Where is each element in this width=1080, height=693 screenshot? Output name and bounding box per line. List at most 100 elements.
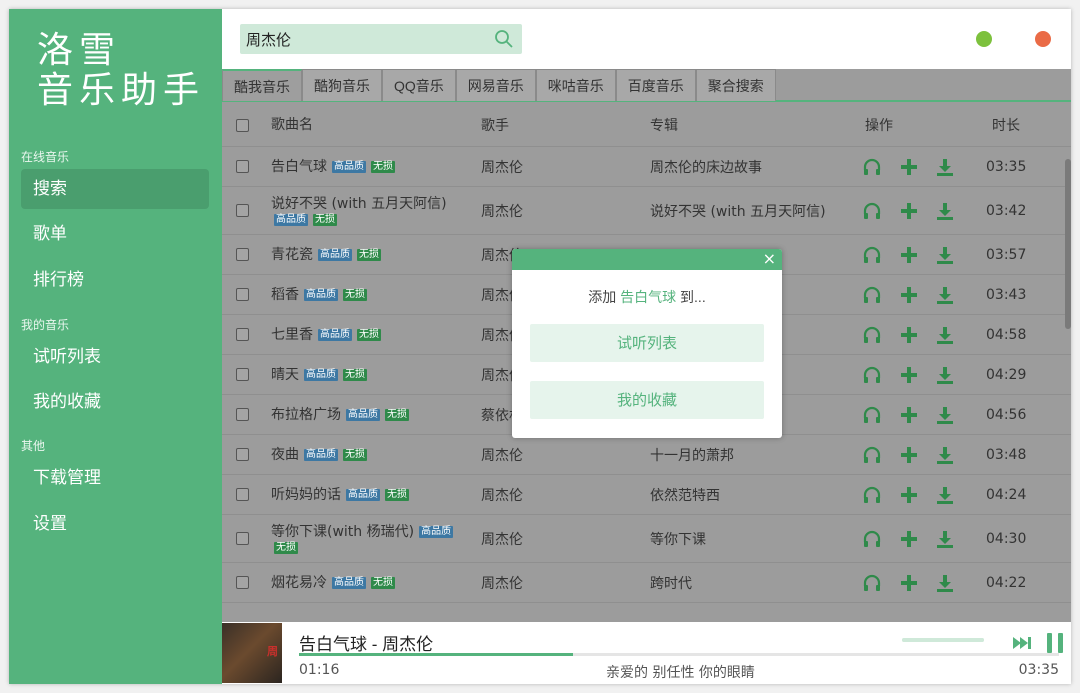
section-other: 其他	[21, 439, 46, 453]
download-icon[interactable]	[933, 153, 957, 181]
add-icon[interactable]	[897, 441, 921, 469]
tab-baidu[interactable]: 百度音乐	[615, 69, 696, 101]
sidebar-item-listen-list[interactable]: 试听列表	[21, 337, 209, 377]
listen-icon[interactable]	[860, 525, 884, 553]
add-icon[interactable]	[897, 525, 921, 553]
row-checkbox[interactable]	[236, 160, 249, 173]
listen-icon[interactable]	[860, 281, 884, 309]
download-icon[interactable]	[933, 281, 957, 309]
row-checkbox[interactable]	[236, 488, 249, 501]
ops-cell	[860, 315, 970, 354]
row-checkbox[interactable]	[236, 408, 249, 421]
album-cover[interactable]: 周	[222, 623, 282, 683]
add-icon[interactable]	[897, 197, 921, 225]
listen-icon[interactable]	[860, 401, 884, 429]
table-row[interactable]: 听妈妈的话 高品质 无损 周杰伦 依然范特西 04:24	[222, 475, 1071, 515]
download-icon[interactable]	[933, 401, 957, 429]
hq-badge: 高品质	[304, 288, 338, 301]
duration-cell: 04:58	[986, 326, 1027, 343]
listen-icon[interactable]	[860, 361, 884, 389]
add-icon[interactable]	[897, 361, 921, 389]
song-name-cell: 晴天 高品质 无损	[271, 355, 461, 394]
tab-aggregate[interactable]: 聚合搜索	[695, 69, 776, 101]
tab-netease[interactable]: 网易音乐	[455, 69, 536, 101]
row-checkbox[interactable]	[236, 448, 249, 461]
row-checkbox[interactable]	[236, 576, 249, 589]
row-checkbox[interactable]	[236, 248, 249, 261]
download-icon[interactable]	[933, 197, 957, 225]
artist-cell: 周杰伦	[481, 531, 523, 548]
scrollbar[interactable]	[1065, 159, 1071, 329]
lossless-badge: 无损	[313, 213, 337, 226]
add-icon[interactable]	[897, 481, 921, 509]
listen-icon[interactable]	[860, 321, 884, 349]
duration-cell: 03:57	[986, 246, 1027, 263]
tab-kugou[interactable]: 酷狗音乐	[302, 69, 382, 101]
listen-icon[interactable]	[860, 441, 884, 469]
section-online-music: 在线音乐	[21, 150, 70, 164]
table-row[interactable]: 夜曲 高品质 无损 周杰伦 十一月的萧邦 03:48	[222, 435, 1071, 475]
lossless-badge: 无损	[343, 288, 367, 301]
pause-icon[interactable]	[1042, 630, 1068, 656]
dialog-suffix: 到...	[680, 289, 706, 305]
sidebar-item-settings[interactable]: 设置	[21, 504, 209, 544]
add-to-listen-list-button[interactable]: 试听列表	[530, 324, 764, 362]
table-row[interactable]: 告白气球 高品质 无损 周杰伦 周杰伦的床边故事 03:35	[222, 147, 1071, 187]
section-my-music: 我的音乐	[21, 318, 70, 332]
volume-slider[interactable]	[902, 638, 984, 642]
add-icon[interactable]	[897, 401, 921, 429]
add-icon[interactable]	[897, 321, 921, 349]
download-icon[interactable]	[933, 481, 957, 509]
top-bar	[222, 9, 1071, 69]
header-name: 歌曲名	[271, 117, 313, 133]
dialog-close-icon[interactable]: ×	[763, 250, 776, 268]
add-icon[interactable]	[897, 153, 921, 181]
download-icon[interactable]	[933, 525, 957, 553]
ops-cell	[860, 355, 970, 394]
table-row[interactable]: 烟花易冷 高品质 无损 周杰伦 跨时代 04:22	[222, 563, 1071, 603]
minimize-button[interactable]	[976, 31, 992, 47]
row-checkbox[interactable]	[236, 368, 249, 381]
row-checkbox[interactable]	[236, 532, 249, 545]
add-icon[interactable]	[897, 569, 921, 597]
sidebar-item-search[interactable]: 搜索	[21, 169, 209, 209]
sidebar-item-playlists[interactable]: 歌单	[21, 214, 209, 254]
listen-icon[interactable]	[860, 569, 884, 597]
album-cell: 说好不哭 (with 五月天阿信)	[650, 203, 826, 220]
progress-bar[interactable]	[299, 653, 1059, 656]
add-icon[interactable]	[897, 281, 921, 309]
close-button[interactable]	[1035, 31, 1051, 47]
add-to-favorites-button[interactable]: 我的收藏	[530, 381, 764, 419]
download-icon[interactable]	[933, 241, 957, 269]
search-icon[interactable]	[494, 29, 514, 49]
listen-icon[interactable]	[860, 481, 884, 509]
search-input[interactable]	[246, 27, 486, 51]
tab-migu[interactable]: 咪咕音乐	[535, 69, 616, 101]
sidebar-item-charts[interactable]: 排行榜	[21, 260, 209, 300]
sidebar-item-favorites[interactable]: 我的收藏	[21, 382, 209, 422]
lossless-badge: 无损	[343, 368, 367, 381]
download-icon[interactable]	[933, 441, 957, 469]
dialog-header: ×	[512, 249, 782, 270]
tab-kuwo[interactable]: 酷我音乐	[222, 69, 302, 101]
next-icon[interactable]	[1009, 630, 1035, 656]
listen-icon[interactable]	[860, 153, 884, 181]
listen-icon[interactable]	[860, 241, 884, 269]
download-icon[interactable]	[933, 321, 957, 349]
row-checkbox[interactable]	[236, 204, 249, 217]
sidebar-item-downloads[interactable]: 下载管理	[21, 458, 209, 498]
download-icon[interactable]	[933, 361, 957, 389]
now-playing-title: 告白气球 - 周杰伦	[299, 635, 434, 654]
total-time: 03:35	[1018, 662, 1059, 678]
row-checkbox[interactable]	[236, 288, 249, 301]
listen-icon[interactable]	[860, 197, 884, 225]
add-icon[interactable]	[897, 241, 921, 269]
download-icon[interactable]	[933, 569, 957, 597]
app-logo: 洛雪 音乐助手	[37, 31, 205, 111]
logo-line-2: 音乐助手	[37, 70, 206, 111]
select-all-checkbox[interactable]	[236, 118, 249, 132]
table-row[interactable]: 说好不哭 (with 五月天阿信) 高品质 无损 周杰伦 说好不哭 (with 五月天阿…	[222, 187, 1071, 235]
tab-qq[interactable]: QQ音乐	[382, 69, 456, 101]
table-row[interactable]: 等你下课(with 杨瑞代) 高品质 无损 周杰伦 等你下课 04:30	[222, 515, 1071, 563]
row-checkbox[interactable]	[236, 328, 249, 341]
